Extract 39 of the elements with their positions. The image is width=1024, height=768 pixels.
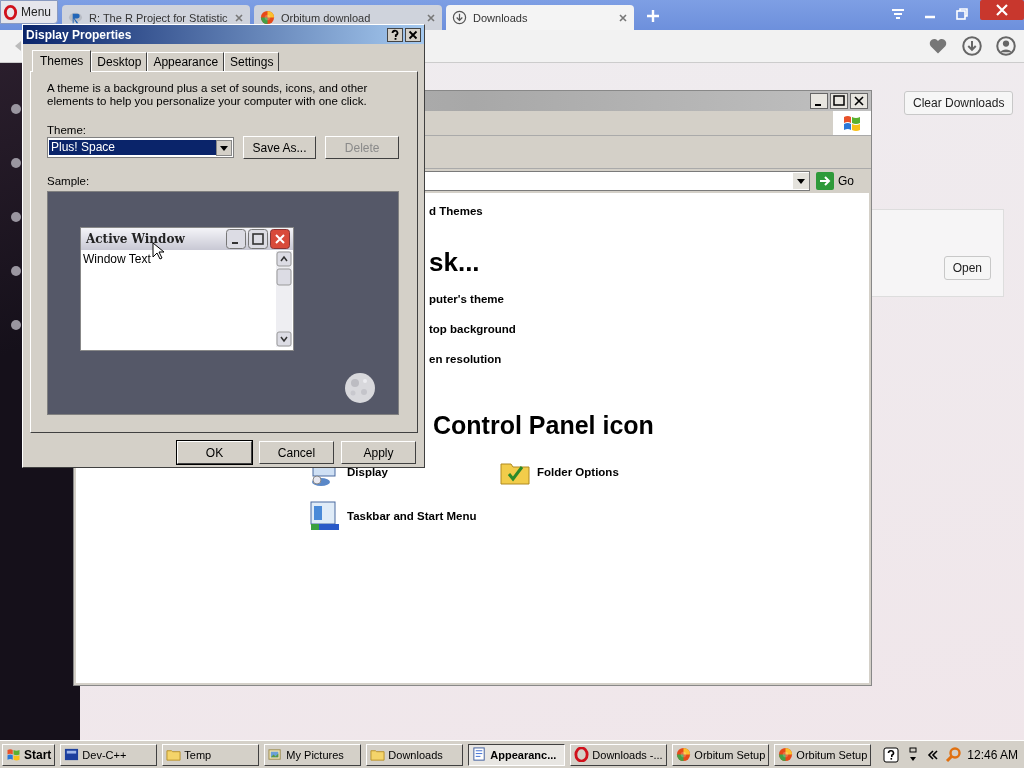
menu-button[interactable]: Menu	[0, 0, 59, 24]
taskbar-button[interactable]: My Pictures	[264, 743, 362, 766]
clear-downloads-button[interactable]: Clear Downloads	[904, 91, 1014, 115]
clock: 12:46 AM	[967, 747, 1018, 762]
theme-label: Theme:	[47, 124, 87, 136]
description-text: A theme is a background plus a set of sounds, icons, and other elements to help you personalize your computer with one click.	[47, 82, 369, 108]
tab[interactable]: Settings	[224, 52, 280, 71]
taskbar-button[interactable]: Orbitum Setup	[774, 743, 872, 766]
section-heading: sk...	[429, 247, 481, 279]
task-link[interactable]: puter's theme	[429, 293, 869, 311]
start-button[interactable]: Start	[2, 743, 56, 766]
taskbar-button[interactable]: Appearanc...	[468, 743, 566, 766]
cancel-button[interactable]: Cancel	[259, 441, 334, 464]
sample-label: Sample:	[47, 175, 91, 187]
window-title: Display Properties	[26, 27, 133, 42]
tab[interactable]: Desktop	[91, 52, 148, 71]
section-heading: Control Panel icon	[433, 411, 655, 440]
taskbar-button[interactable]: Downloads	[366, 743, 464, 766]
control-panel-item[interactable]: Display	[347, 466, 388, 478]
tab[interactable]: Appearance	[147, 52, 225, 71]
window-text: Window Text	[82, 251, 152, 268]
taskbar-button[interactable]: Temp	[162, 743, 260, 766]
task-link[interactable]: d Themes	[429, 205, 869, 223]
task-link[interactable]: en resolution	[429, 353, 869, 371]
tab[interactable]: Themes	[32, 50, 92, 72]
window-title: Active Window	[86, 232, 186, 246]
open-button[interactable]: Open	[943, 256, 991, 280]
browser-tab[interactable]: Downloads	[446, 5, 635, 30]
save-as-button[interactable]: Save As...	[242, 136, 317, 159]
apply-button[interactable]: Apply	[341, 441, 416, 464]
taskbar-button[interactable]: Orbitum Setup	[672, 743, 770, 766]
control-panel-item[interactable]: Folder Options	[537, 466, 619, 478]
ok-button[interactable]: OK	[177, 441, 252, 464]
taskbar-button[interactable]: Downloads -...	[570, 743, 668, 766]
task-link[interactable]: top background	[429, 323, 869, 341]
theme-dropdown[interactable]: Plus! Space	[47, 137, 234, 158]
go-button[interactable]: Go	[816, 172, 854, 190]
taskbar-button[interactable]: Dev-C++	[60, 743, 158, 766]
control-panel-item[interactable]: Taskbar and Start Menu	[347, 510, 477, 522]
